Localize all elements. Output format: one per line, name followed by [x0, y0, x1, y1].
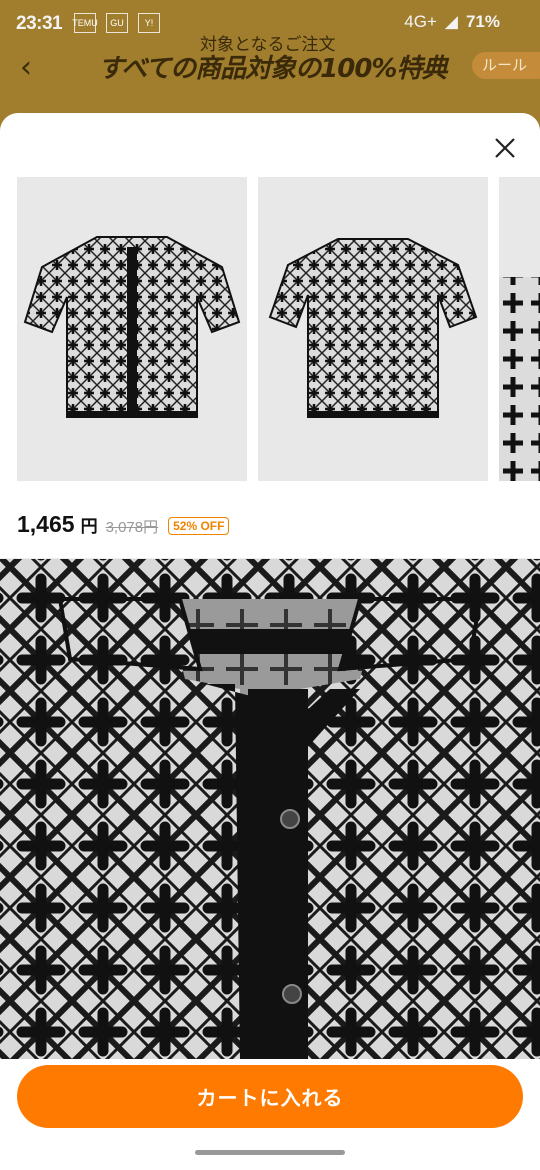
thumbnail-back[interactable] — [258, 177, 488, 481]
sale-price: 1,465 — [17, 511, 75, 537]
status-time: 23:31 — [16, 13, 63, 34]
add-to-cart-button[interactable]: カートに入れる — [17, 1065, 523, 1128]
signal-icon: ◢ — [444, 12, 458, 31]
yahoo-app-icon: Y! — [138, 13, 160, 33]
banner-title: すべての商品対象の100%特典 — [98, 54, 447, 84]
thumbnail-front[interactable] — [17, 177, 247, 481]
product-sheet: 1,465 円 3,078円 52% OFF カートに入れる — [0, 113, 540, 1170]
rule-button[interactable]: ルール — [472, 52, 540, 79]
home-indicator[interactable] — [195, 1150, 345, 1155]
thumbnail-gallery[interactable] — [17, 177, 540, 481]
product-main-image[interactable] — [0, 559, 540, 1059]
temu-app-icon: TEMU — [72, 13, 98, 33]
price-row: 1,465 円 3,078円 52% OFF — [17, 511, 230, 538]
close-icon[interactable] — [490, 133, 520, 163]
discount-badge: 52% OFF — [168, 517, 230, 535]
network-label: 4G+ — [404, 12, 437, 31]
original-price: 3,078円 — [105, 519, 159, 536]
back-arrow-icon[interactable]: ‹ — [20, 50, 32, 85]
gu-app-icon: GU — [106, 13, 128, 33]
price-unit: 円 — [80, 517, 98, 537]
battery-label: 71% — [465, 12, 500, 31]
thumbnail-detail[interactable] — [499, 177, 540, 481]
